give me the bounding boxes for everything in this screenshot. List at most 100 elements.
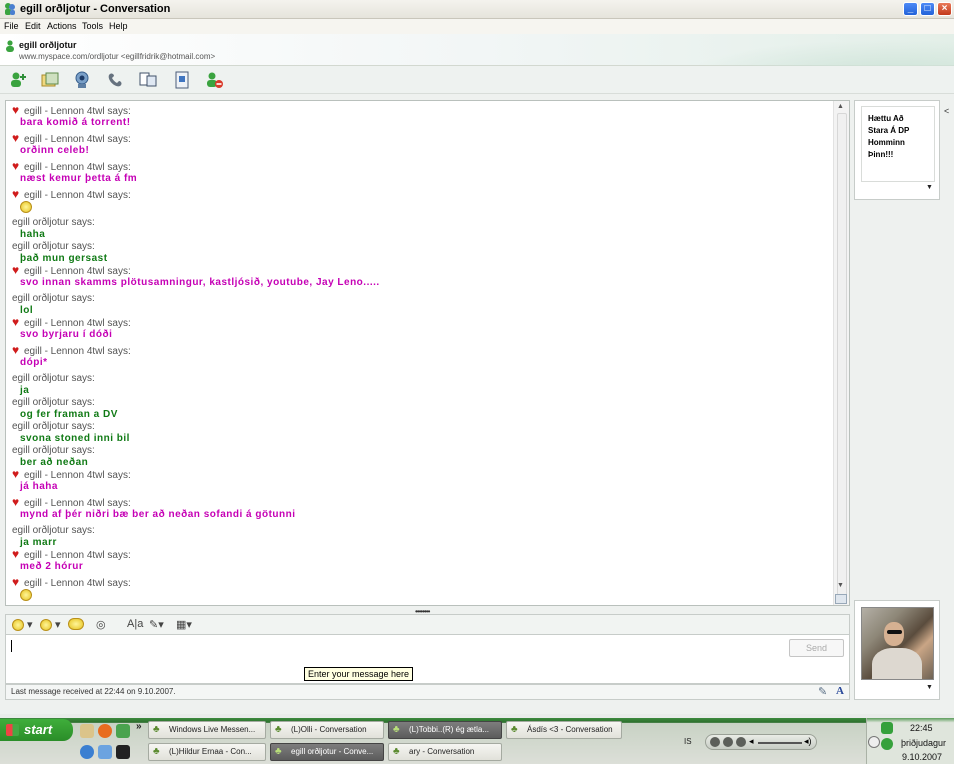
games-icon[interactable]	[172, 70, 192, 90]
message-item: ♥ egill - Lennon 4twl says: já haha	[12, 468, 131, 493]
history-scrollbar[interactable]: ▲ ▼	[833, 101, 849, 605]
contact-status-icon	[6, 40, 14, 52]
handwriting-mode-icon[interactable]: ✎	[818, 685, 827, 698]
taskbar-button[interactable]: ♣ ary - Conversation	[388, 743, 502, 761]
nudge-icon[interactable]: ◎	[96, 618, 106, 632]
itunes-icon[interactable]	[98, 745, 112, 759]
taskbar-button[interactable]: ♣ egill orðljotur - Conve...	[270, 743, 384, 761]
avatar-face	[884, 622, 904, 646]
heart-icon: ♥	[12, 187, 20, 201]
avatar[interactable]	[861, 607, 934, 680]
sender-label: egill - Lennon 4twl says:	[24, 470, 131, 481]
contact-header: egill orðljotur www.myspace.com/ordljotu…	[0, 34, 954, 66]
close-button[interactable]: ×	[937, 2, 952, 16]
volume-icon[interactable]: ◂	[749, 736, 754, 747]
contact-panel-dropdown-icon[interactable]: ▼	[926, 184, 933, 191]
maximize-button[interactable]: □	[920, 2, 935, 16]
taskbar-button[interactable]: ♣ (L)Hildur Ernaa - Con...	[148, 743, 266, 761]
menu-edit[interactable]: Edit	[25, 21, 41, 31]
voice-clip-icon[interactable]	[68, 618, 84, 632]
taskbar-button[interactable]: ♣ Windows Live Messen...	[148, 721, 266, 739]
message-text: já haha	[20, 481, 58, 492]
menu-actions[interactable]: Actions	[47, 21, 77, 31]
contact-personal-message: www.myspace.com/ordljotur <egillfridrik@…	[19, 52, 216, 61]
volume-loud-icon[interactable]: ◂)	[804, 736, 812, 747]
messenger-window-icon: ♣	[275, 724, 282, 735]
last-message-status: Last message received at 22:44 on 9.10.2…	[11, 687, 176, 696]
pause-icon[interactable]	[723, 737, 733, 747]
emoticon-icon[interactable]: ▾	[12, 618, 33, 632]
webcam-icon[interactable]	[72, 70, 92, 90]
message-sender: egill orðljotur says:	[12, 217, 95, 229]
start-button[interactable]: start	[0, 719, 73, 741]
heart-icon: ♥	[12, 103, 20, 117]
sender-label: egill - Lennon 4twl says:	[24, 498, 131, 509]
clock-day: þriðjudagur	[901, 738, 947, 748]
message-item: ♥ egill - Lennon 4twl says:	[12, 187, 131, 213]
menu-file[interactable]: File	[4, 21, 19, 31]
sender-label: egill orðljotur says:	[12, 217, 95, 228]
firefox-icon[interactable]	[98, 724, 112, 738]
message-item: egill orðljotur says: svona stoned inni b…	[12, 421, 130, 445]
message-input[interactable]	[5, 634, 850, 684]
message-sender: egill orðljotur says:	[12, 525, 95, 537]
volume-slider[interactable]	[758, 742, 802, 744]
text-mode-icon[interactable]: A	[836, 685, 844, 697]
call-icon[interactable]	[106, 70, 126, 90]
send-button[interactable]: Send	[789, 639, 844, 657]
scroll-down-arrow-icon[interactable]: ▼	[837, 582, 844, 589]
network-tray-icon[interactable]	[881, 738, 893, 750]
note-line: Stara Á DP	[868, 126, 910, 135]
message-item: ♥ egill - Lennon 4twl says: orðinn celeb!	[12, 132, 131, 157]
message-sender: ♥ egill - Lennon 4twl says:	[12, 496, 296, 509]
taskbar-button[interactable]: ♣ (L)Tobbi..(R) ég ætla...	[388, 721, 502, 739]
message-sender: ♥ egill - Lennon 4twl says:	[12, 103, 131, 117]
sender-label: egill - Lennon 4twl says:	[24, 578, 131, 589]
message-text: haha	[20, 229, 46, 240]
media-player-icon[interactable]	[116, 745, 130, 759]
taskbar-button-label: (L)Olli - Conversation	[291, 725, 367, 734]
scroll-end-icon[interactable]	[835, 594, 847, 604]
clock-time[interactable]: 22:45	[910, 723, 933, 733]
contact-note: Hættu Að Stara Á DP Homminn Þinn!!!	[861, 106, 935, 182]
quicklaunch-chevron-icon[interactable]: »	[136, 721, 142, 732]
tray-back-icon[interactable]	[868, 736, 880, 748]
next-icon[interactable]	[736, 737, 746, 747]
activities-icon[interactable]	[138, 70, 158, 90]
messenger-icon	[5, 3, 15, 15]
scrollbar-thumb[interactable]	[837, 113, 847, 603]
messenger-tray-icon[interactable]	[881, 722, 893, 734]
menu-tools[interactable]: Tools	[82, 21, 103, 31]
ie-icon[interactable]	[80, 745, 94, 759]
show-desktop-icon[interactable]	[80, 724, 94, 738]
message-text: ber að neðan	[20, 457, 89, 468]
taskbar-button[interactable]: ♣ (L)Olli - Conversation	[270, 721, 384, 739]
taskbar-button[interactable]: ♣ Ásdís <3 - Conversation	[506, 721, 622, 739]
contact-name[interactable]: egill orðljotur	[19, 40, 77, 50]
scroll-up-arrow-icon[interactable]: ▲	[837, 103, 844, 110]
previous-icon[interactable]	[710, 737, 720, 747]
minimize-button[interactable]: _	[903, 2, 918, 16]
language-indicator[interactable]: IS	[684, 737, 692, 746]
message-text: svo byrjaru í dóði	[20, 329, 113, 340]
start-label: start	[24, 722, 53, 737]
background-icon[interactable]: ▦▾	[176, 618, 192, 632]
invite-contact-icon[interactable]	[8, 70, 28, 90]
message-item: egill orðljotur says: og fer framan a DV	[12, 397, 118, 421]
message-sender: ♥ egill - Lennon 4twl says:	[12, 576, 131, 589]
font-icon[interactable]: A|a	[127, 618, 143, 632]
block-icon[interactable]	[204, 70, 224, 90]
wink-icon[interactable]: ▾	[40, 618, 61, 632]
collapse-panel-icon[interactable]: <	[944, 106, 949, 116]
media-controls[interactable]: ◂ ◂)	[705, 734, 817, 750]
message-sender: ♥ egill - Lennon 4twl says:	[12, 264, 380, 277]
handwriting-icon[interactable]: ✎▾	[149, 618, 164, 632]
send-files-icon[interactable]	[40, 70, 60, 90]
avatar-dropdown-icon[interactable]: ▼	[926, 684, 933, 691]
conversation-history[interactable]: ♥ egill - Lennon 4twl says: bara komið á t…	[5, 100, 850, 606]
menu-help[interactable]: Help	[109, 21, 128, 31]
window-title: egill orðljotur - Conversation	[20, 3, 171, 15]
message-sender: egill orðljotur says:	[12, 445, 95, 457]
messenger-window-icon: ♣	[393, 724, 400, 735]
messenger-quicklaunch-icon[interactable]	[116, 724, 130, 738]
